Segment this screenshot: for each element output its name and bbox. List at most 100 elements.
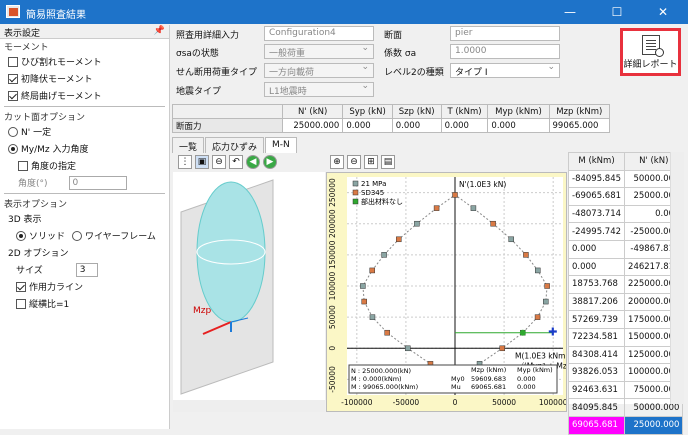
- x-tick-label: -50000: [393, 398, 420, 407]
- select-icon[interactable]: ▣: [195, 155, 209, 169]
- 3d-view[interactable]: Mzp: [173, 172, 325, 400]
- aspect-checkbox[interactable]: 縦横比=1: [0, 295, 169, 312]
- angle-spec-checkbox[interactable]: 角度の指定: [0, 157, 169, 174]
- close-button[interactable]: ✕: [646, 0, 680, 24]
- table-row[interactable]: -24995.742 -25000.000: [567, 222, 684, 241]
- rotate-icon[interactable]: ↶: [229, 155, 243, 169]
- cell-t[interactable]: 0.000: [440, 118, 489, 133]
- cell-m[interactable]: 93826.053: [567, 363, 626, 382]
- cell-syp[interactable]: 0.000: [342, 118, 393, 133]
- angle-input[interactable]: 0: [68, 175, 127, 190]
- header-cell: Mzp (kNm): [548, 104, 610, 119]
- cell-mzp[interactable]: 99065.000: [548, 118, 610, 133]
- table-row[interactable]: 38817.206 200000.000: [567, 292, 684, 312]
- checkbox-icon[interactable]: [16, 298, 26, 309]
- maximize-button[interactable]: ☐: [600, 0, 634, 24]
- checkbox-icon[interactable]: [18, 160, 28, 171]
- pin-icon[interactable]: 📌: [154, 26, 165, 36]
- x-tick-label: -100000: [341, 398, 373, 407]
- zoom-in-icon[interactable]: ⊕: [330, 155, 344, 169]
- checkbox-icon[interactable]: [8, 56, 18, 67]
- cell-m[interactable]: 18753.768: [567, 275, 626, 294]
- cell-m[interactable]: -69065.681: [567, 187, 626, 206]
- checkbox-icon[interactable]: [16, 281, 26, 292]
- vertical-scrollbar[interactable]: [670, 152, 684, 404]
- radio-icon[interactable]: [8, 143, 18, 154]
- table-row[interactable]: 18753.768 225000.000: [567, 275, 684, 294]
- cell-m[interactable]: 57269.739: [567, 310, 626, 329]
- cell-szp[interactable]: 0.000: [391, 118, 442, 133]
- table-row[interactable]: 84095.845 50000.000: [567, 398, 684, 417]
- coef-field[interactable]: 1.0000: [450, 44, 560, 59]
- tab-mn[interactable]: M-N: [265, 137, 297, 153]
- zoom-out-icon[interactable]: ⊖: [347, 155, 361, 169]
- legend-label: 21 MPa: [361, 180, 386, 188]
- level2-select[interactable]: タイプ I: [450, 62, 560, 78]
- legend-swatch: [352, 189, 359, 196]
- zoom-icon[interactable]: ⊖: [212, 155, 226, 169]
- display-settings-panel: 表示設定 📌 モーメント ひび割れモーメント 初降伏モーメント 終局曲げモーメン…: [0, 25, 170, 429]
- table-row[interactable]: -48073.714 0.000: [567, 204, 684, 224]
- table-row[interactable]: 72234.581 150000.000: [567, 327, 684, 347]
- save-icon[interactable]: ▤: [381, 155, 395, 169]
- section-field[interactable]: pier: [450, 26, 560, 41]
- cell-m[interactable]: 38817.206: [567, 292, 626, 312]
- back-icon[interactable]: ◀: [246, 155, 260, 169]
- table-row[interactable]: 0.000 -49867.818: [567, 239, 684, 259]
- cell-m[interactable]: -48073.714: [567, 204, 626, 224]
- sigma-select[interactable]: 一般荷重: [264, 43, 374, 59]
- 3d-toolbar: ⋮ ▣ ⊖ ↶ ◀ ▶: [178, 155, 277, 169]
- mn-chart[interactable]: -100000 -50000 0 50000 100000 250000 200000 150…: [326, 172, 578, 412]
- quake-select[interactable]: L1地震時: [264, 81, 374, 97]
- table-row[interactable]: 84308.414 125000.000: [567, 345, 684, 365]
- cell-n[interactable]: 25000.000: [624, 415, 684, 435]
- detail-report-button[interactable]: 詳細レポート: [620, 28, 681, 76]
- fit-view-icon[interactable]: ⊞: [364, 155, 378, 169]
- cell-m[interactable]: 0.000: [567, 257, 626, 277]
- cell-myp[interactable]: 0.000: [487, 118, 550, 133]
- size-spinner[interactable]: 3: [75, 262, 98, 277]
- shear-select[interactable]: 一方向載荷: [264, 62, 374, 78]
- header-cell: Syp (kN): [342, 104, 393, 119]
- checkbox-icon[interactable]: [8, 73, 18, 84]
- data-point: [414, 220, 420, 227]
- axis-label: Mzp: [193, 306, 211, 316]
- header-cell: [172, 104, 283, 119]
- cell-m[interactable]: 92463.631: [567, 380, 626, 400]
- tab-list[interactable]: 一覧: [172, 137, 205, 153]
- moment-group-label: モーメント: [4, 43, 49, 53]
- table-row[interactable]: 0.000 246217.818: [567, 257, 684, 277]
- cell-n[interactable]: 25000.000: [281, 118, 344, 133]
- cell-m[interactable]: -24995.742: [567, 222, 626, 241]
- cell-m[interactable]: 84308.414: [567, 345, 626, 365]
- table-row[interactable]: 57269.739 175000.000: [567, 310, 684, 329]
- horizontal-scrollbar[interactable]: [173, 400, 325, 412]
- tab-stress[interactable]: 応力ひずみ: [205, 137, 265, 153]
- ultimate-moment-checkbox[interactable]: 終局曲げモーメント: [0, 87, 169, 104]
- sigma-label: σsaの状態: [176, 49, 219, 59]
- cell-m[interactable]: 84095.845: [567, 398, 626, 417]
- table-row[interactable]: 92463.631 75000.000: [567, 380, 684, 400]
- crack-moment-checkbox[interactable]: ひび割れモーメント: [0, 53, 169, 70]
- checkbox-icon[interactable]: [8, 90, 18, 101]
- wireframe-radio[interactable]: [72, 230, 83, 241]
- input-field[interactable]: Configuration4: [264, 26, 374, 41]
- cell-m[interactable]: -84095.845: [567, 169, 626, 189]
- forward-icon[interactable]: ▶: [263, 155, 277, 169]
- n-constant-radio[interactable]: N' 一定: [0, 123, 169, 140]
- solid-radio[interactable]: [16, 230, 26, 241]
- action-line-checkbox[interactable]: 作用力ライン: [0, 278, 169, 295]
- cell-m[interactable]: 69065.681: [567, 415, 626, 435]
- yield-moment-checkbox[interactable]: 初降伏モーメント: [0, 70, 169, 87]
- cell-m[interactable]: 72234.581: [567, 327, 626, 347]
- mymz-angle-radio[interactable]: My/Mz 入力角度: [0, 140, 169, 157]
- fit-icon[interactable]: ⋮: [178, 155, 192, 169]
- cell-m[interactable]: 0.000: [567, 239, 626, 259]
- table-row[interactable]: -84095.845 50000.000: [567, 169, 684, 189]
- radio-icon[interactable]: [8, 126, 18, 137]
- table-row[interactable]: 93826.053 100000.000: [567, 363, 684, 382]
- table-row[interactable]: -69065.681 25000.000: [567, 187, 684, 206]
- minimize-button[interactable]: —: [553, 0, 587, 24]
- table-row[interactable]: 69065.681 25000.000: [567, 415, 684, 435]
- note-mzp: M : 99065.000(kNm): [351, 383, 418, 391]
